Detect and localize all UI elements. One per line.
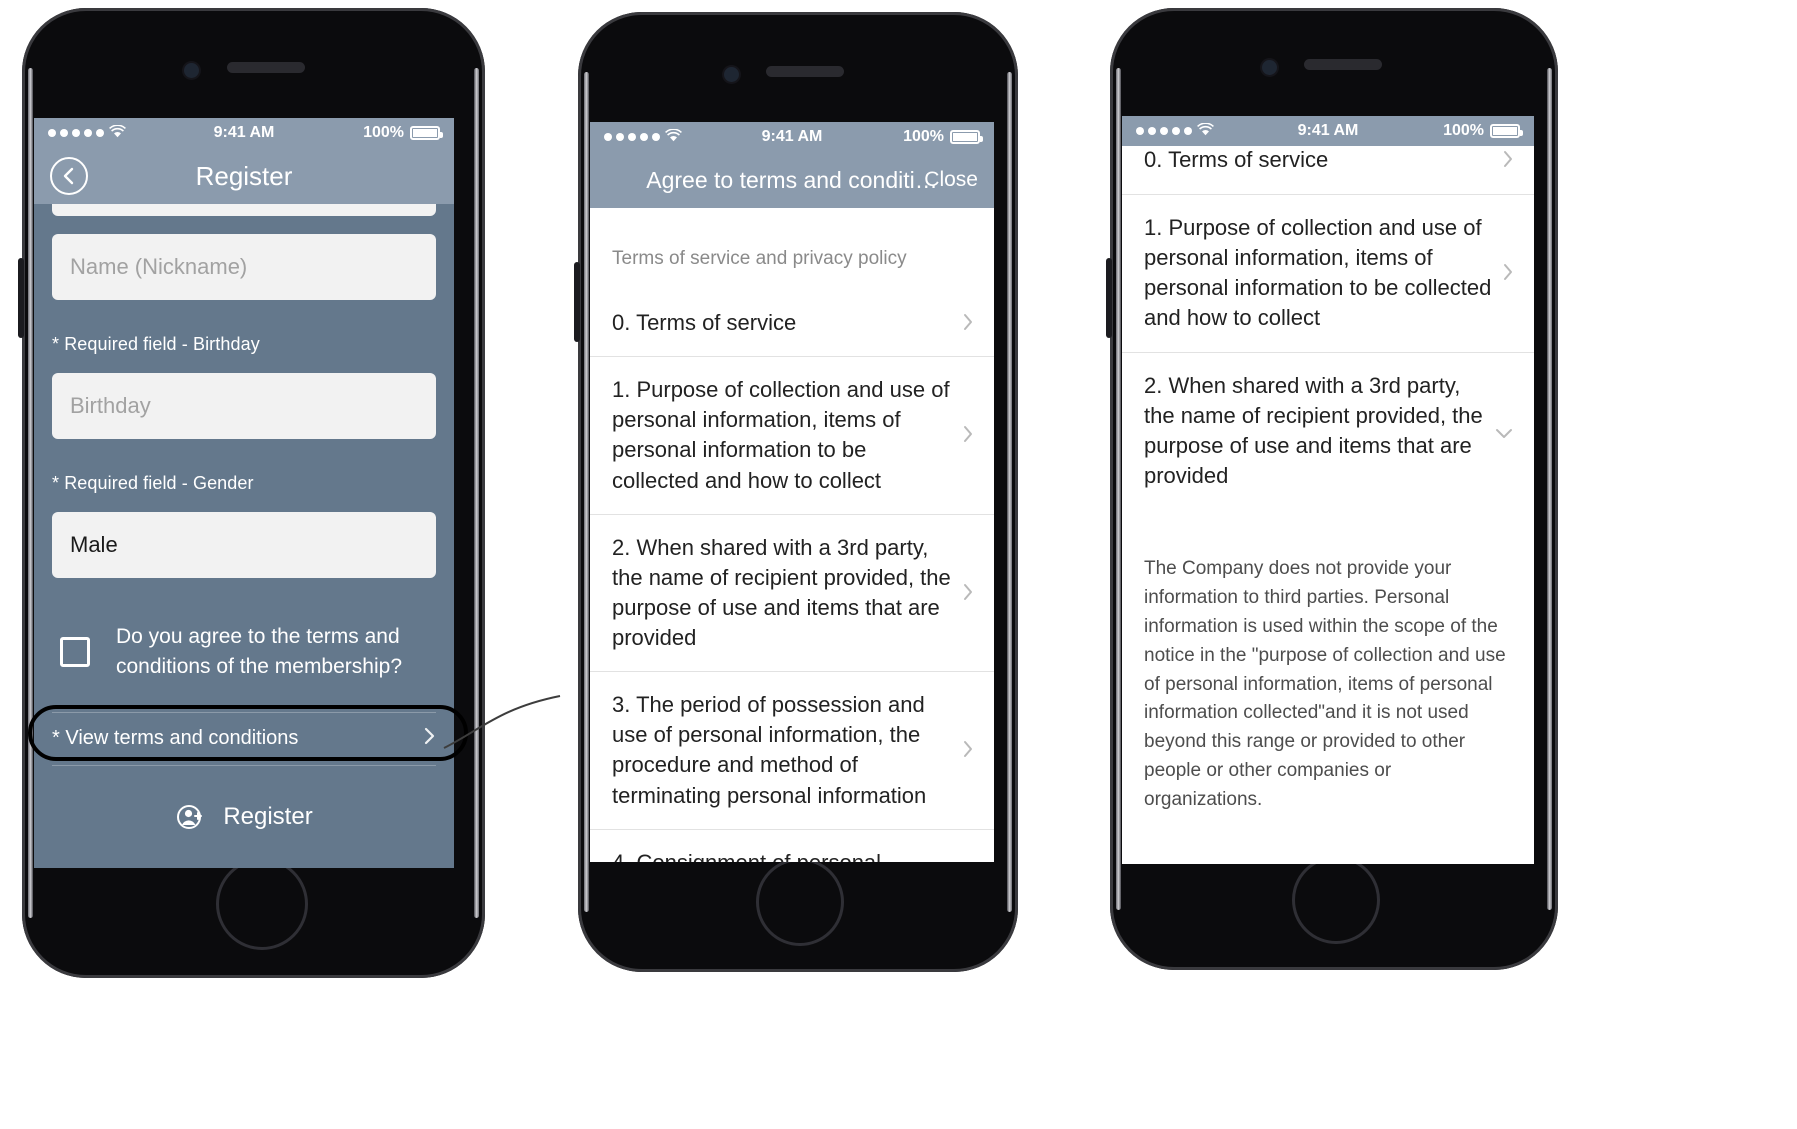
list-item[interactable]: 4. Consignment of personal information t… xyxy=(590,828,994,862)
list-item-label: 0. Terms of service xyxy=(612,310,797,335)
chevron-right-icon xyxy=(1502,260,1514,286)
wifi-icon xyxy=(1197,122,1214,139)
phone-1-front-camera xyxy=(184,63,199,78)
chevron-right-icon xyxy=(962,580,974,606)
agree-terms-row[interactable]: Do you agree to the terms and conditions… xyxy=(52,622,436,682)
list-item-expanded[interactable]: 2. When shared with a 3rd party, the nam… xyxy=(1122,351,1534,510)
close-button[interactable]: Close xyxy=(924,168,978,192)
phone-1-navbar: Register xyxy=(34,148,454,204)
phone-1-bezel-gloss-left xyxy=(28,68,33,918)
battery-percent: 100% xyxy=(363,124,404,141)
list-item[interactable]: 3. The period of possession and use of p… xyxy=(590,671,994,829)
phone-1-earpiece-speaker xyxy=(227,62,305,73)
chevron-right-icon xyxy=(962,737,974,763)
phone-2-volume-button[interactable] xyxy=(574,262,580,342)
phone-1-home-button[interactable] xyxy=(216,858,308,950)
gender-label: * Required field - Gender xyxy=(52,473,254,493)
back-button[interactable] xyxy=(50,157,88,195)
register-button-label: Register xyxy=(223,802,313,830)
phone-1-status-bar: 9:41 AM 100% xyxy=(34,118,454,148)
phone-2-earpiece-speaker xyxy=(766,66,844,77)
email-field-clipped[interactable] xyxy=(52,204,436,216)
phone-3-volume-button[interactable] xyxy=(1106,258,1112,338)
phone-2: 9:41 AM 100% Agree to terms and conditi…… xyxy=(574,12,1018,972)
phone-2-status-bar: 9:41 AM 100% xyxy=(590,122,994,152)
list-item-label: 4. Consignment of personal information t… xyxy=(612,848,952,862)
list-item-label: 2. When shared with a 3rd party, the nam… xyxy=(612,534,951,650)
chevron-right-icon xyxy=(1502,147,1514,173)
list-item-label: 1. Purpose of collection and use of pers… xyxy=(1144,215,1492,331)
phone-2-bezel-gloss-right xyxy=(1007,72,1012,912)
list-item[interactable]: 1. Purpose of collection and use of pers… xyxy=(1122,194,1534,352)
chevron-right-icon xyxy=(962,422,974,448)
phone-3-screen: 9:41 AM 100% 0. Terms of service 1. Purp… xyxy=(1122,116,1534,864)
status-battery-group: 100% xyxy=(903,128,983,146)
list-item-label: 0. Terms of service xyxy=(1144,146,1329,172)
list-caption: Terms of service and privacy policy xyxy=(612,248,907,269)
signal-dots-icon xyxy=(1136,127,1192,135)
register-form: Name (Nickname) * Required field - Birth… xyxy=(34,204,454,832)
phone-2-home-button[interactable] xyxy=(756,858,844,946)
terms-list: Terms of service and privacy policy 0. T… xyxy=(590,208,994,862)
phone-1-volume-button[interactable] xyxy=(18,258,24,338)
wifi-icon xyxy=(109,124,126,141)
battery-percent: 100% xyxy=(903,128,944,145)
battery-full-icon xyxy=(950,130,983,144)
phone-1: 9:41 AM 100% Register Name (Nickname) * … xyxy=(18,8,485,978)
phone-2-screen: 9:41 AM 100% Agree to terms and conditi…… xyxy=(590,122,994,862)
list-item[interactable]: 3. The period of possession and use of p… xyxy=(1122,861,1534,864)
list-item-label: 3. The period of possession and use of p… xyxy=(612,692,927,808)
chevron-right-icon xyxy=(423,725,436,753)
phone-1-screen: 9:41 AM 100% Register Name (Nickname) * … xyxy=(34,118,454,868)
view-terms-button[interactable]: * View terms and conditions xyxy=(52,711,436,766)
battery-full-icon xyxy=(410,126,443,140)
phone-3-earpiece-speaker xyxy=(1304,59,1382,70)
chevron-left-circle-icon xyxy=(61,166,77,186)
status-signal-group xyxy=(1136,122,1214,139)
signal-dots-icon xyxy=(48,129,104,137)
status-battery-group: 100% xyxy=(1443,122,1523,140)
birthday-label: * Required field - Birthday xyxy=(52,334,260,354)
view-terms-label: * View terms and conditions xyxy=(52,727,299,750)
phone-3-status-bar: 9:41 AM 100% xyxy=(1122,116,1534,146)
list-item-label: 2. When shared with a 3rd party, the nam… xyxy=(1144,372,1483,488)
phone-1-bezel-gloss-right xyxy=(474,68,479,918)
status-battery-group: 100% xyxy=(363,124,443,142)
list-item[interactable]: 0. Terms of service xyxy=(1122,138,1534,194)
register-button[interactable]: Register xyxy=(52,802,436,832)
terms-list-expanded: 0. Terms of service 1. Purpose of collec… xyxy=(1122,116,1534,864)
phone-3-bezel-gloss-left xyxy=(1116,68,1121,910)
gender-field[interactable]: Male xyxy=(52,512,436,578)
status-signal-group xyxy=(48,124,126,141)
phone-2-navbar: Agree to terms and conditi… Close xyxy=(590,152,994,208)
phone-3: 9:41 AM 100% 0. Terms of service 1. Purp… xyxy=(1106,8,1558,970)
chevron-right-icon xyxy=(962,310,974,336)
list-item[interactable]: 2. When shared with a 3rd party, the nam… xyxy=(590,513,994,672)
chevron-down-icon xyxy=(1494,418,1514,444)
status-signal-group xyxy=(604,128,682,145)
wifi-icon xyxy=(665,128,682,145)
screenshot-stage: 9:41 AM 100% Register Name (Nickname) * … xyxy=(0,0,1797,1129)
list-item[interactable]: 0. Terms of service xyxy=(590,290,994,356)
name-field[interactable]: Name (Nickname) xyxy=(52,234,436,300)
battery-percent: 100% xyxy=(1443,122,1484,139)
list-item-label: 1. Purpose of collection and use of pers… xyxy=(612,377,950,493)
add-user-icon xyxy=(175,802,205,832)
page-title: Register xyxy=(195,160,293,191)
birthday-field[interactable]: Birthday xyxy=(52,373,436,439)
expanded-paragraph: The Company does not provide your inform… xyxy=(1144,558,1506,810)
phone-3-home-button[interactable] xyxy=(1292,856,1380,944)
agree-terms-label: Do you agree to the terms and conditions… xyxy=(116,625,402,678)
phone-3-front-camera xyxy=(1262,60,1277,75)
agree-terms-checkbox[interactable] xyxy=(60,636,90,667)
signal-dots-icon xyxy=(604,133,660,141)
battery-full-icon xyxy=(1490,124,1523,138)
phone-2-front-camera xyxy=(724,67,739,82)
list-item[interactable]: 1. Purpose of collection and use of pers… xyxy=(590,356,994,514)
phone-3-bezel-gloss-right xyxy=(1547,68,1552,910)
phone-2-bezel-gloss-left xyxy=(584,72,589,912)
